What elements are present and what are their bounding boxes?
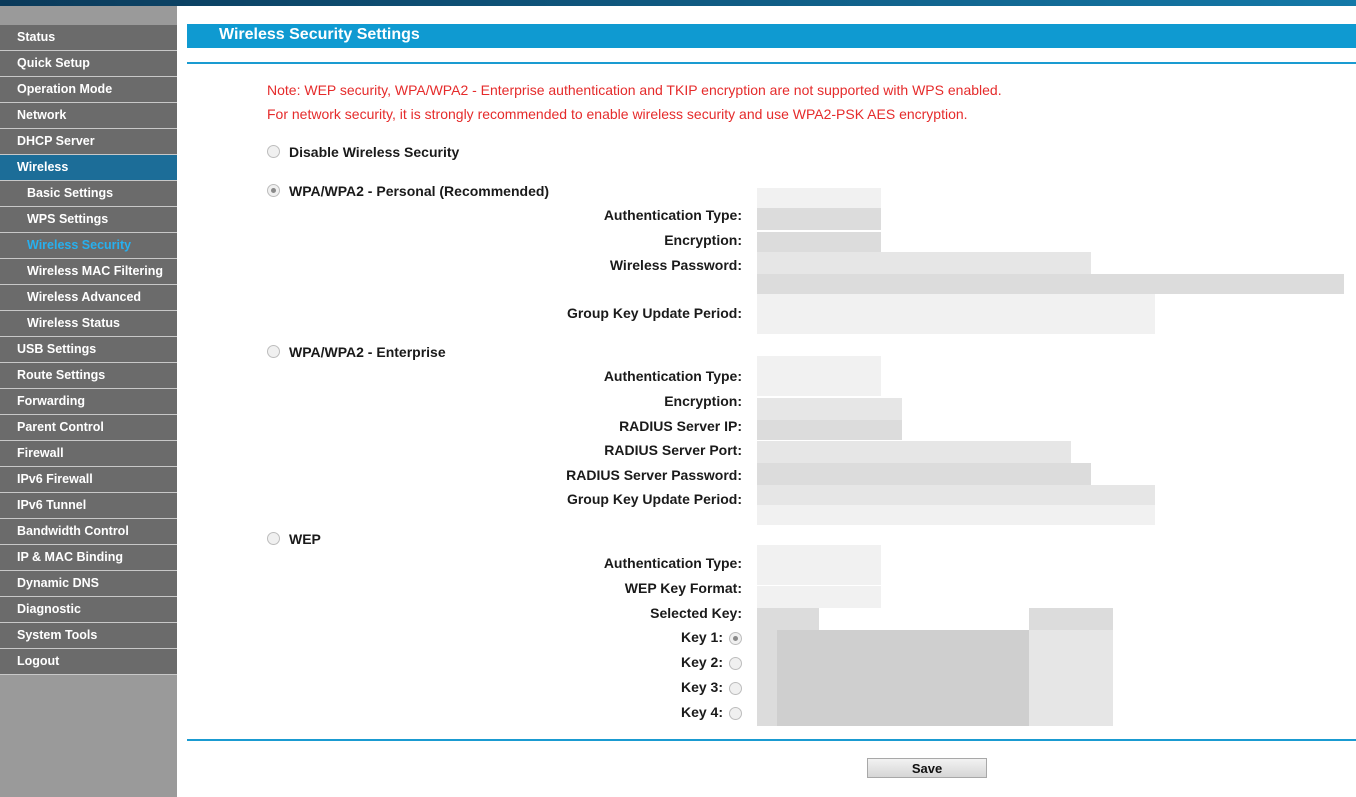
sidebar-item-ipv6-firewall[interactable]: IPv6 Firewall bbox=[0, 467, 177, 493]
sidebar-item-ipv6-tunnel[interactable]: IPv6 Tunnel bbox=[0, 493, 177, 519]
note-security: For network security, it is strongly rec… bbox=[267, 106, 968, 122]
personal-password-input[interactable] bbox=[757, 252, 1091, 274]
sidebar-item-status[interactable]: Status bbox=[0, 25, 177, 51]
sidebar-item-basic-settings[interactable]: Basic Settings bbox=[0, 181, 177, 207]
wep-key2-label: Key 2: bbox=[680, 654, 723, 670]
personal-password-hint bbox=[757, 274, 1344, 294]
wep-key1-label: Key 1: bbox=[680, 629, 723, 645]
wep-key1-row: Key 1: bbox=[660, 628, 742, 646]
sidebar-item-wireless[interactable]: Wireless bbox=[0, 155, 177, 181]
sidebar-item-diagnostic[interactable]: Diagnostic bbox=[0, 597, 177, 623]
redacted-field bbox=[757, 188, 881, 208]
sidebar-item-logout[interactable]: Logout bbox=[0, 649, 177, 675]
sidebar-item-system-tools[interactable]: System Tools bbox=[0, 623, 177, 649]
enterprise-auth-type-label: Authentication Type: bbox=[603, 368, 742, 384]
sidebar-item-dynamic-dns[interactable]: Dynamic DNS bbox=[0, 571, 177, 597]
sidebar-item-ip-mac-binding[interactable]: IP & MAC Binding bbox=[0, 545, 177, 571]
personal-encryption-select[interactable] bbox=[757, 232, 881, 254]
enterprise-group-key-hint bbox=[757, 505, 1155, 525]
wep-key2-radio[interactable] bbox=[729, 656, 742, 670]
wep-key3-radio[interactable] bbox=[729, 681, 742, 695]
sidebar-item-operation-mode[interactable]: Operation Mode bbox=[0, 77, 177, 103]
wep-key4-label: Key 4: bbox=[680, 704, 723, 720]
personal-group-key-label: Group Key Update Period: bbox=[566, 305, 742, 321]
wep-key-format-label: WEP Key Format: bbox=[624, 580, 742, 596]
enterprise-radius-port-input[interactable] bbox=[757, 441, 1071, 463]
wep-key4-radio[interactable] bbox=[729, 706, 742, 720]
wep-radio[interactable] bbox=[267, 532, 280, 546]
page-title: Wireless Security Settings bbox=[219, 26, 420, 43]
enterprise-radius-port-label: RADIUS Server Port: bbox=[604, 442, 742, 458]
enterprise-radius-password-label: RADIUS Server Password: bbox=[566, 467, 742, 483]
wep-key-type-header bbox=[1029, 608, 1113, 630]
sidebar-item-wireless-mac-filtering[interactable]: Wireless MAC Filtering bbox=[0, 259, 177, 285]
enterprise-encryption-label: Encryption: bbox=[664, 393, 742, 409]
sidebar-item-firewall[interactable]: Firewall bbox=[0, 441, 177, 467]
wep-selected-key-block bbox=[757, 608, 819, 630]
wpa-enterprise-radio[interactable] bbox=[267, 345, 280, 359]
wep-key-type-selects[interactable] bbox=[1029, 630, 1113, 726]
sidebar: Status Quick Setup Operation Mode Networ… bbox=[0, 6, 177, 797]
personal-password-label: Wireless Password: bbox=[609, 257, 742, 273]
sidebar-item-forwarding[interactable]: Forwarding bbox=[0, 389, 177, 415]
top-banner bbox=[0, 0, 1356, 6]
sidebar-item-usb-settings[interactable]: USB Settings bbox=[0, 337, 177, 363]
sidebar-item-dhcp-server[interactable]: DHCP Server bbox=[0, 129, 177, 155]
sidebar-item-wireless-status[interactable]: Wireless Status bbox=[0, 311, 177, 337]
wep-auth-type-label: Authentication Type: bbox=[603, 555, 742, 571]
note-wps: Note: WEP security, WPA/WPA2 - Enterpris… bbox=[267, 82, 1002, 98]
wep-key3-row: Key 3: bbox=[660, 678, 742, 696]
wep-label: WEP bbox=[289, 531, 321, 547]
enterprise-radius-ip-label: RADIUS Server IP: bbox=[619, 418, 742, 434]
sidebar-item-wps-settings[interactable]: WPS Settings bbox=[0, 207, 177, 233]
sidebar-item-network[interactable]: Network bbox=[0, 103, 177, 129]
wep-selected-key-label: Selected Key: bbox=[650, 605, 742, 621]
personal-auth-type-select[interactable] bbox=[757, 208, 881, 230]
sidebar-menu: Status Quick Setup Operation Mode Networ… bbox=[0, 25, 177, 675]
enterprise-radius-ip-input[interactable] bbox=[757, 420, 902, 440]
wep-key3-label: Key 3: bbox=[680, 679, 723, 695]
sidebar-item-quick-setup[interactable]: Quick Setup bbox=[0, 51, 177, 77]
disable-security-radio[interactable] bbox=[267, 145, 280, 159]
enterprise-encryption-select[interactable] bbox=[757, 398, 902, 420]
wep-key1-radio[interactable] bbox=[729, 631, 742, 645]
option-wpa-personal[interactable]: WPA/WPA2 - Personal (Recommended) bbox=[267, 182, 549, 200]
disable-security-label: Disable Wireless Security bbox=[289, 144, 460, 160]
wep-key-values[interactable] bbox=[777, 630, 1029, 726]
wep-key-values-edge bbox=[757, 630, 777, 726]
sidebar-item-bandwidth-control[interactable]: Bandwidth Control bbox=[0, 519, 177, 545]
wep-key4-row: Key 4: bbox=[660, 703, 742, 721]
divider-bottom bbox=[187, 739, 1356, 741]
personal-group-key-input[interactable] bbox=[757, 294, 1155, 334]
enterprise-auth-type-select[interactable] bbox=[757, 356, 881, 396]
sidebar-item-wireless-advanced[interactable]: Wireless Advanced bbox=[0, 285, 177, 311]
sidebar-item-wireless-security[interactable]: Wireless Security bbox=[0, 233, 177, 259]
option-wep[interactable]: WEP bbox=[267, 530, 321, 548]
wpa-enterprise-label: WPA/WPA2 - Enterprise bbox=[289, 344, 446, 360]
personal-encryption-label: Encryption: bbox=[664, 232, 742, 248]
wep-key2-row: Key 2: bbox=[660, 653, 742, 671]
enterprise-group-key-label: Group Key Update Period: bbox=[566, 491, 742, 507]
option-wpa-enterprise[interactable]: WPA/WPA2 - Enterprise bbox=[267, 343, 446, 361]
option-disable-security[interactable]: Disable Wireless Security bbox=[267, 143, 459, 161]
sidebar-item-route-settings[interactable]: Route Settings bbox=[0, 363, 177, 389]
wep-key-format-select[interactable] bbox=[757, 586, 881, 608]
wpa-personal-radio[interactable] bbox=[267, 184, 280, 198]
enterprise-group-key-input[interactable] bbox=[757, 485, 1155, 505]
wpa-personal-label: WPA/WPA2 - Personal (Recommended) bbox=[289, 183, 550, 199]
divider-top bbox=[187, 62, 1356, 64]
enterprise-radius-password-input[interactable] bbox=[757, 463, 1091, 485]
save-button[interactable]: Save bbox=[867, 758, 987, 778]
page-title-bar: Wireless Security Settings bbox=[187, 24, 1356, 48]
personal-auth-type-label: Authentication Type: bbox=[603, 207, 742, 223]
sidebar-item-parent-control[interactable]: Parent Control bbox=[0, 415, 177, 441]
wep-auth-type-select[interactable] bbox=[757, 545, 881, 585]
